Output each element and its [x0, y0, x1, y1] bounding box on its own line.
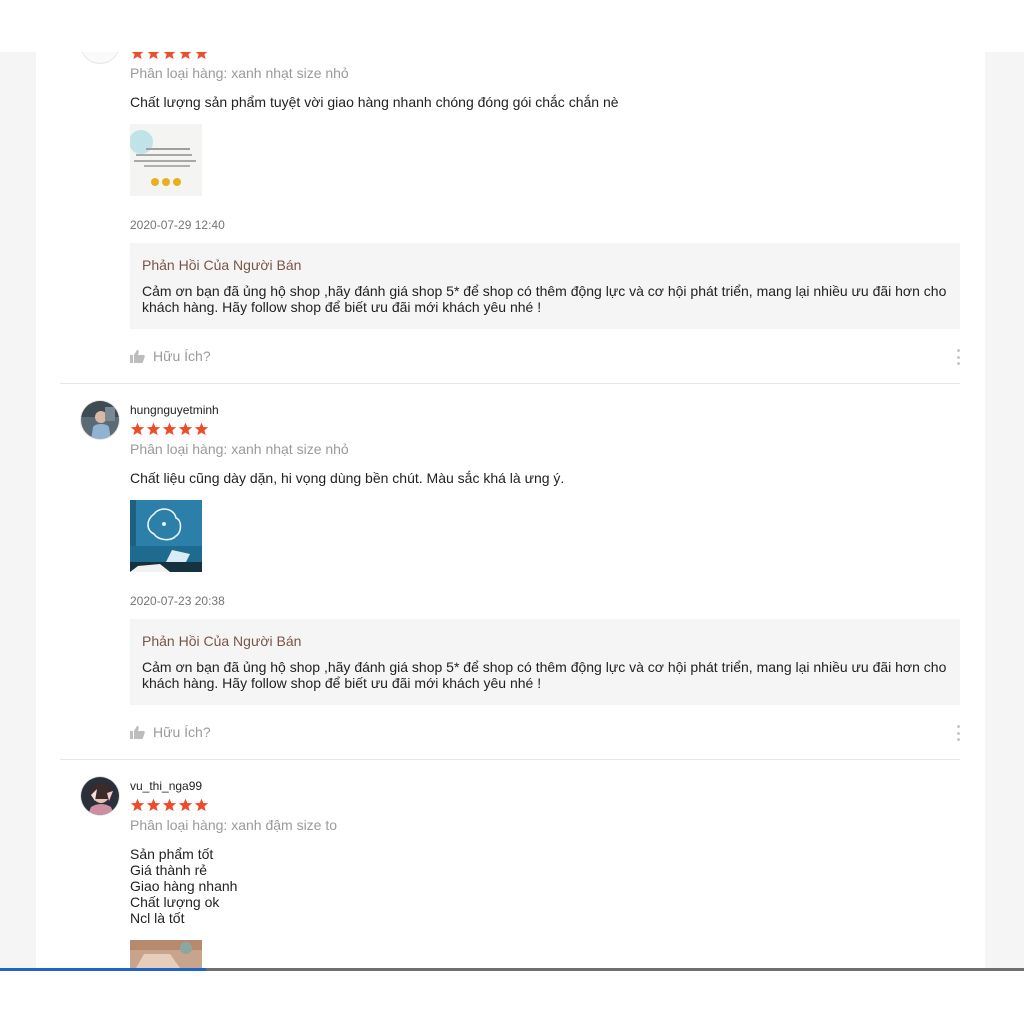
review-item: Phân loại hàng: xanh nhạt size nhỏ Chất …: [36, 52, 985, 384]
star-icon: [194, 422, 209, 436]
review-photo[interactable]: [130, 940, 202, 968]
thumbs-up-icon: [130, 725, 145, 739]
more-options-button[interactable]: [954, 725, 962, 741]
star-icon: [131, 52, 144, 60]
star-icon: [194, 798, 209, 812]
avatar[interactable]: [80, 400, 120, 440]
review-item: hungnguyetminh Phân loại hàng: xanh nhạt…: [36, 384, 985, 760]
helpful-button[interactable]: Hữu Ích?: [130, 724, 211, 740]
seller-reply: Phản Hồi Của Người Bán Cảm ơn bạn đã ủng…: [130, 243, 960, 329]
page-background: Phân loại hàng: xanh nhạt size nhỏ Chất …: [0, 52, 1024, 968]
product-variant: Phân loại hàng: xanh nhạt size nhỏ: [130, 441, 349, 457]
star-icon: [163, 52, 176, 60]
review-item: vu_thi_nga99 Phân loại hàng: xanh đậm si…: [36, 760, 985, 968]
avatar[interactable]: [80, 776, 120, 816]
star-icon: [162, 422, 177, 436]
star-icon: [130, 422, 145, 436]
product-variant: Phân loại hàng: xanh đậm size to: [130, 817, 338, 833]
thumbs-up-icon: [130, 349, 145, 363]
star-icon: [162, 798, 177, 812]
review-timestamp: 2020-07-29 12:40: [130, 218, 225, 232]
seller-reply-title: Phản Hồi Của Người Bán: [142, 257, 302, 273]
avatar-image: [81, 777, 119, 815]
rating-stars: [130, 422, 209, 436]
avatar[interactable]: [80, 52, 120, 64]
star-icon: [195, 52, 208, 60]
review-photo[interactable]: [130, 500, 202, 572]
star-icon: [178, 422, 193, 436]
review-comment: Sản phẩm tốt Giá thành rẻ Giao hàng nhan…: [130, 846, 238, 926]
review-photo-image: [130, 124, 202, 196]
bottom-edge-accent: [0, 968, 206, 971]
product-variant: Phân loại hàng: xanh nhạt size nhỏ: [130, 65, 349, 81]
star-icon: [130, 798, 145, 812]
rating-stars: [130, 52, 209, 60]
review-photo[interactable]: [130, 124, 202, 196]
review-timestamp: 2020-07-23 20:38: [130, 594, 225, 608]
rating-stars: [130, 798, 209, 812]
seller-reply-text: Cảm ơn bạn đã ủng hộ shop ,hãy đánh giá …: [142, 659, 947, 691]
helpful-label: Hữu Ích?: [153, 724, 211, 740]
star-icon: [179, 52, 192, 60]
seller-reply: Phản Hồi Của Người Bán Cảm ơn bạn đã ủng…: [130, 619, 960, 705]
seller-reply-title: Phản Hồi Của Người Bán: [142, 633, 302, 649]
reviewer-username[interactable]: hungnguyetminh: [130, 403, 219, 417]
star-icon: [146, 798, 161, 812]
avatar-image: [81, 401, 119, 439]
review-comment: Chất liệu cũng dày dặn, hi vọng dùng bền…: [130, 470, 565, 486]
review-photo-image: [130, 940, 202, 968]
star-icon: [147, 52, 160, 60]
star-icon: [146, 422, 161, 436]
more-options-button[interactable]: [954, 349, 962, 365]
seller-reply-text: Cảm ơn bạn đã ủng hộ shop ,hãy đánh giá …: [142, 283, 947, 315]
reviewer-username[interactable]: vu_thi_nga99: [130, 779, 202, 793]
review-list: Phân loại hàng: xanh nhạt size nhỏ Chất …: [36, 52, 985, 968]
review-comment: Chất lượng sản phẩm tuyệt vời giao hàng …: [130, 94, 619, 110]
helpful-button[interactable]: Hữu Ích?: [130, 348, 211, 364]
review-photo-image: [130, 500, 202, 572]
bottom-edge-bar: [0, 968, 1024, 971]
star-icon: [178, 798, 193, 812]
helpful-label: Hữu Ích?: [153, 348, 211, 364]
